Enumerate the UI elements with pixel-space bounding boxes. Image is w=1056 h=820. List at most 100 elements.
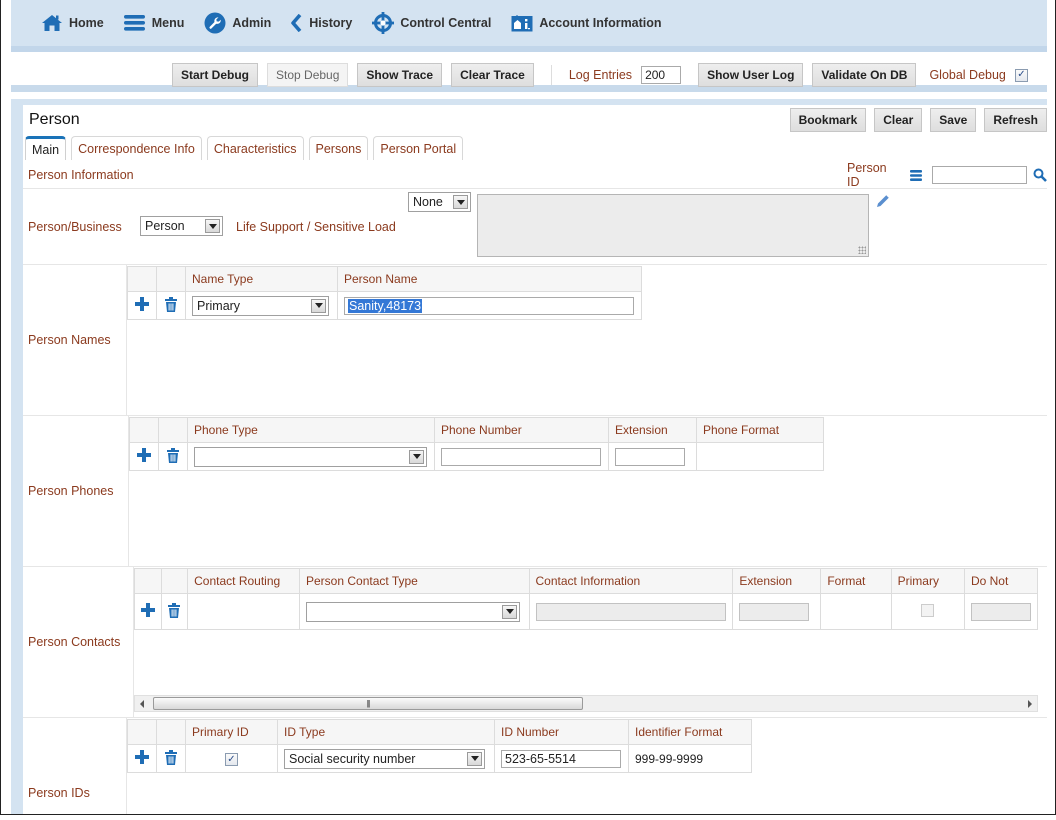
page-title: Person	[29, 111, 80, 128]
contact-extension-input[interactable]	[739, 602, 810, 621]
nav-account-information[interactable]: Account Information	[511, 14, 662, 32]
tab-bar: Main Correspondence Info Characteristics…	[25, 136, 464, 160]
person-ids-table: Primary ID ID Type ID Number Identifier …	[127, 719, 752, 773]
column-header: Primary ID	[185, 719, 278, 745]
chevron-down-icon	[205, 219, 220, 233]
add-row-cell[interactable]	[129, 442, 159, 471]
add-row-cell[interactable]	[127, 744, 157, 773]
id-type-select[interactable]: Social security number	[284, 748, 485, 769]
person-names-label: Person Names	[28, 333, 111, 347]
scrollbar-thumb[interactable]: |||	[153, 697, 583, 710]
app-window: Home Menu Admin History Control Central	[0, 0, 1056, 815]
trash-icon[interactable]	[168, 602, 181, 618]
tab-person-portal[interactable]: Person Portal	[373, 136, 464, 160]
name-type-select[interactable]: Primary	[192, 295, 329, 316]
start-debug-button[interactable]: Start Debug	[172, 63, 259, 87]
header-delete	[158, 417, 188, 443]
person-contact-type-select[interactable]	[306, 601, 520, 622]
column-header: Phone Format	[696, 417, 824, 443]
nav-history[interactable]: History	[291, 14, 352, 32]
refresh-button[interactable]: Refresh	[984, 108, 1047, 132]
contacts-horizontal-scrollbar[interactable]: |||	[134, 695, 1038, 712]
column-header: Contact Routing	[187, 568, 300, 594]
contact-format-cell	[820, 593, 892, 630]
person-name-input[interactable]: Sanity,48173	[344, 296, 634, 315]
clear-trace-button[interactable]: Clear Trace	[451, 63, 534, 87]
tab-main[interactable]: Main	[25, 136, 67, 160]
primary-id-checkbox[interactable]: ✓	[225, 753, 238, 767]
table-header: Phone Type Phone Number Extension Phone …	[129, 417, 824, 443]
contact-information-input[interactable]	[535, 602, 726, 621]
add-icon[interactable]	[135, 750, 149, 764]
header-add	[129, 417, 159, 443]
add-icon[interactable]	[140, 603, 155, 617]
delete-row-cell[interactable]	[156, 744, 186, 773]
trash-icon[interactable]	[167, 447, 179, 463]
phone-format-cell	[696, 442, 824, 471]
divider	[23, 264, 1047, 265]
validate-on-db-button[interactable]: Validate On DB	[812, 63, 917, 87]
nav-admin[interactable]: Admin	[204, 12, 271, 34]
extension-cell	[608, 442, 697, 471]
table-header: Primary ID ID Type ID Number Identifier …	[127, 719, 752, 745]
id-number-cell	[494, 744, 629, 773]
scroll-left-icon[interactable]	[140, 700, 144, 708]
add-row-cell[interactable]	[134, 593, 162, 630]
show-trace-button[interactable]: Show Trace	[357, 63, 443, 87]
stop-debug-button[interactable]: Stop Debug	[267, 63, 349, 87]
column-header: Format	[820, 568, 892, 594]
list-icon[interactable]	[910, 169, 922, 181]
do-not-input[interactable]	[970, 602, 1031, 621]
section-title: Person Information	[28, 168, 134, 182]
table-row: Primary Sanity,48173	[127, 291, 642, 320]
person-id-input[interactable]	[932, 166, 1027, 184]
add-icon[interactable]	[137, 448, 151, 462]
chevron-left-icon	[291, 14, 303, 32]
bookmark-button[interactable]: Bookmark	[789, 108, 867, 132]
trash-icon[interactable]	[165, 296, 177, 312]
nav-menu[interactable]: Menu	[123, 15, 184, 31]
header-delete	[160, 568, 189, 594]
global-debug-checkbox[interactable]: ✓	[1014, 68, 1028, 82]
search-icon[interactable]	[1033, 168, 1047, 182]
add-icon[interactable]	[135, 297, 149, 311]
divider	[23, 415, 1047, 416]
life-support-notes-textarea[interactable]	[477, 194, 869, 257]
top-nav: Home Menu Admin History Control Central	[11, 0, 1047, 52]
save-button[interactable]: Save	[930, 108, 977, 132]
life-support-select[interactable]: None	[408, 192, 471, 212]
main-panel-frame: Person Bookmark Clear Save Refresh Main …	[11, 99, 1047, 814]
do-not-cell	[963, 593, 1038, 630]
scroll-right-icon[interactable]	[1028, 700, 1032, 708]
add-row-cell[interactable]	[127, 291, 157, 320]
toolbar-divider	[550, 65, 552, 85]
tab-characteristics[interactable]: Characteristics	[206, 136, 304, 160]
person-name-value: Sanity,48173	[348, 298, 423, 313]
divider	[23, 717, 1047, 718]
show-user-log-button[interactable]: Show User Log	[698, 63, 804, 87]
nav-home[interactable]: Home	[41, 14, 104, 32]
delete-row-cell[interactable]	[156, 291, 186, 320]
nav-control-central[interactable]: Control Central	[372, 12, 491, 34]
person-phones-label: Person Phones	[28, 484, 114, 498]
tab-correspondence-info[interactable]: Correspondence Info	[71, 136, 202, 160]
phone-type-select[interactable]	[194, 446, 427, 467]
global-debug-label: Global Debug	[929, 68, 1006, 82]
table-header: Name Type Person Name	[127, 266, 642, 292]
header-add	[134, 568, 162, 594]
clear-button[interactable]: Clear	[874, 108, 923, 132]
person-business-select[interactable]: Person	[140, 216, 223, 236]
identifier-format-cell: 999-99-9999	[628, 744, 752, 773]
resize-grip-icon[interactable]	[858, 246, 866, 254]
log-entries-input[interactable]	[641, 66, 682, 84]
tab-persons[interactable]: Persons	[308, 136, 369, 160]
primary-checkbox[interactable]	[921, 603, 935, 617]
column-header: Contact Information	[528, 568, 734, 594]
trash-icon[interactable]	[165, 749, 177, 765]
phone-number-input[interactable]	[441, 447, 601, 466]
phone-extension-input[interactable]	[615, 447, 685, 466]
pencil-icon[interactable]	[875, 193, 891, 209]
delete-row-cell[interactable]	[160, 593, 189, 630]
delete-row-cell[interactable]	[158, 442, 188, 471]
id-number-input[interactable]	[501, 749, 621, 768]
